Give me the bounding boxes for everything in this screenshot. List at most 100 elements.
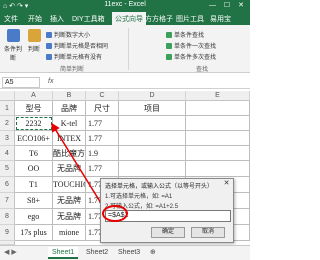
row-header-2[interactable]: 2 <box>0 116 15 131</box>
group-simple-judge: 简单判断 <box>60 67 85 73</box>
header-cell-model[interactable]: 型号 <box>15 101 53 116</box>
table-cell-size[interactable]: 1.77 <box>86 116 119 131</box>
column-header-a[interactable]: A <box>15 91 53 101</box>
sheet-tab-2[interactable]: Sheet2 <box>82 247 112 259</box>
judge-icon <box>27 29 41 42</box>
row-header-9[interactable]: 9 <box>0 225 15 241</box>
row-header-1[interactable]: 1 <box>0 101 15 116</box>
conditional-judge-label: 条件判断 <box>3 47 22 62</box>
table-cell-brand[interactable]: 酷比魔方 <box>53 146 86 161</box>
table-cell-model[interactable]: T6 <box>15 146 53 161</box>
single-condition-lookup-label: 单条件查找 <box>174 33 205 39</box>
table-cell-item[interactable] <box>119 161 186 177</box>
cancel-button[interactable]: 取消 <box>191 227 225 238</box>
dialog-hint-1: 1.可选择单元格，如: =A1 <box>105 194 173 200</box>
table-cell-item[interactable] <box>119 131 186 146</box>
ribbon-separator <box>128 28 129 70</box>
cell[interactable] <box>186 146 250 161</box>
ok-button[interactable]: 确定 <box>151 227 185 238</box>
single-condition-multi-label: 单条件多次查找 <box>174 55 217 61</box>
lookup-multi-icon <box>166 54 172 60</box>
table-cell-model[interactable]: ego <box>15 209 53 225</box>
column-header-d[interactable]: D <box>119 91 186 101</box>
compare-icon <box>46 32 52 38</box>
column-header-b[interactable]: B <box>53 91 86 101</box>
tab-easy-tools[interactable]: 易用宝 <box>210 14 231 24</box>
table-cell-model[interactable]: T1 <box>15 177 53 193</box>
table-cell-size[interactable]: 1.77 <box>86 131 119 146</box>
sheet-tab-1[interactable]: Sheet1 <box>48 247 79 259</box>
lookup-icon <box>166 32 172 38</box>
judge-button[interactable]: 判断 <box>26 29 42 53</box>
judge-cell-same-label: 判断单元格是否相同 <box>54 44 109 50</box>
row-header-4[interactable]: 4 <box>0 146 15 161</box>
sheet-tab-3[interactable]: Sheet3 <box>114 247 144 259</box>
conditional-judge-button[interactable]: 条件判断 <box>2 29 24 62</box>
table-cell-model[interactable]: ECO106+ <box>15 131 53 146</box>
cell[interactable] <box>186 131 250 146</box>
judge-number-size-item[interactable]: 判断数字大小 <box>46 30 90 39</box>
close-icon[interactable]: ✕ <box>222 180 231 188</box>
cell[interactable] <box>186 116 250 131</box>
name-box[interactable]: A5 <box>2 77 40 88</box>
sheet-tab-bar: ◀ ▶ Sheet1 Sheet2 Sheet3 ⊕ <box>0 245 250 260</box>
column-header-c[interactable]: C <box>86 91 119 101</box>
fx-icon[interactable]: fx <box>48 78 53 85</box>
tab-fangfangezi[interactable]: 方方格子 <box>145 14 173 24</box>
ribbon-tabs: 文件 开始 插入 DIY工具箱 公式向导 方方格子 图片工具 易用宝 <box>0 12 250 25</box>
table-cell-model[interactable]: 2232 <box>15 116 53 131</box>
single-condition-lookup-item[interactable]: 单条件查找 <box>166 30 204 39</box>
annotation-circle <box>102 205 128 222</box>
column-header-e[interactable]: E <box>186 91 250 101</box>
condition-icon <box>6 29 20 42</box>
table-cell-size[interactable]: 1.77 <box>86 161 119 177</box>
table-cell-item[interactable] <box>119 146 186 161</box>
table-cell-brand[interactable]: 无品牌 <box>53 161 86 177</box>
table-cell-brand[interactable]: mione <box>53 225 86 241</box>
table-cell-brand[interactable]: 无品牌 <box>53 193 86 209</box>
single-condition-once-label: 单条件一次查找 <box>174 44 217 50</box>
tab-file[interactable]: 文件 <box>4 14 18 24</box>
add-sheet-icon[interactable]: ⊕ <box>146 247 160 259</box>
lookup-once-icon <box>166 43 172 49</box>
table-cell-model[interactable]: 17s plus <box>15 225 53 241</box>
table-cell-brand[interactable]: 无品牌 <box>53 209 86 225</box>
header-cell-item[interactable]: 项目 <box>119 101 186 116</box>
formula-bar: A5 fx <box>0 76 250 89</box>
sheet-nav-arrows[interactable]: ◀ ▶ <box>4 248 17 256</box>
cell[interactable] <box>186 161 250 177</box>
judge-cell-same-item[interactable]: 判断单元格是否相同 <box>46 41 108 50</box>
row-header-6[interactable]: 6 <box>0 177 15 193</box>
judge-number-size-label: 判断数字大小 <box>54 33 91 39</box>
table-cell-brand[interactable]: K-tel <box>53 116 86 131</box>
header-cell-size[interactable]: 尺寸 <box>86 101 119 116</box>
row-header-3[interactable]: 3 <box>0 131 15 146</box>
ribbon: 条件判断 判断 判断数字大小 判断单元格是否相同 判断单元格有没有 单条件查找 … <box>0 25 250 73</box>
table-cell-brand[interactable]: TOUCHIC <box>53 177 86 193</box>
tab-picture-tools[interactable]: 图片工具 <box>176 14 204 24</box>
row-header-5[interactable]: 5 <box>0 161 15 177</box>
row-header-7[interactable]: 7 <box>0 193 15 209</box>
dialog-title: 选择单元格，或输入公式（以等号开头） <box>105 184 214 190</box>
table-cell-model[interactable]: S8+ <box>15 193 53 209</box>
cell[interactable] <box>186 101 250 116</box>
single-condition-multi-item[interactable]: 单条件多次查找 <box>166 52 216 61</box>
equal-icon <box>46 43 52 49</box>
select-all-corner[interactable] <box>0 91 15 101</box>
table-cell-size[interactable]: 1.9 <box>86 146 119 161</box>
group-lookup: 查找 <box>196 67 209 73</box>
table-cell-item[interactable] <box>119 116 186 131</box>
header-cell-brand[interactable]: 品牌 <box>53 101 86 116</box>
window-controls[interactable]: — ☐ ✕ <box>209 1 247 9</box>
single-condition-once-item[interactable]: 单条件一次查找 <box>166 41 216 50</box>
table-cell-brand[interactable]: INTEX <box>53 131 86 146</box>
tab-diy-toolbox[interactable]: DIY工具箱 <box>72 14 105 24</box>
row-header-8[interactable]: 8 <box>0 209 15 225</box>
tab-formula-wizard[interactable]: 公式向导 <box>112 12 146 25</box>
judge-cell-has-item[interactable]: 判断单元格有没有 <box>46 52 102 61</box>
title-bar: ⌂ ↶ ↷ ▾ 11exc - Excel — ☐ ✕ <box>0 0 250 12</box>
contains-icon <box>46 54 52 60</box>
tab-home[interactable]: 开始 <box>28 14 42 24</box>
table-cell-model[interactable]: OO <box>15 161 53 177</box>
tab-insert[interactable]: 插入 <box>50 14 64 24</box>
